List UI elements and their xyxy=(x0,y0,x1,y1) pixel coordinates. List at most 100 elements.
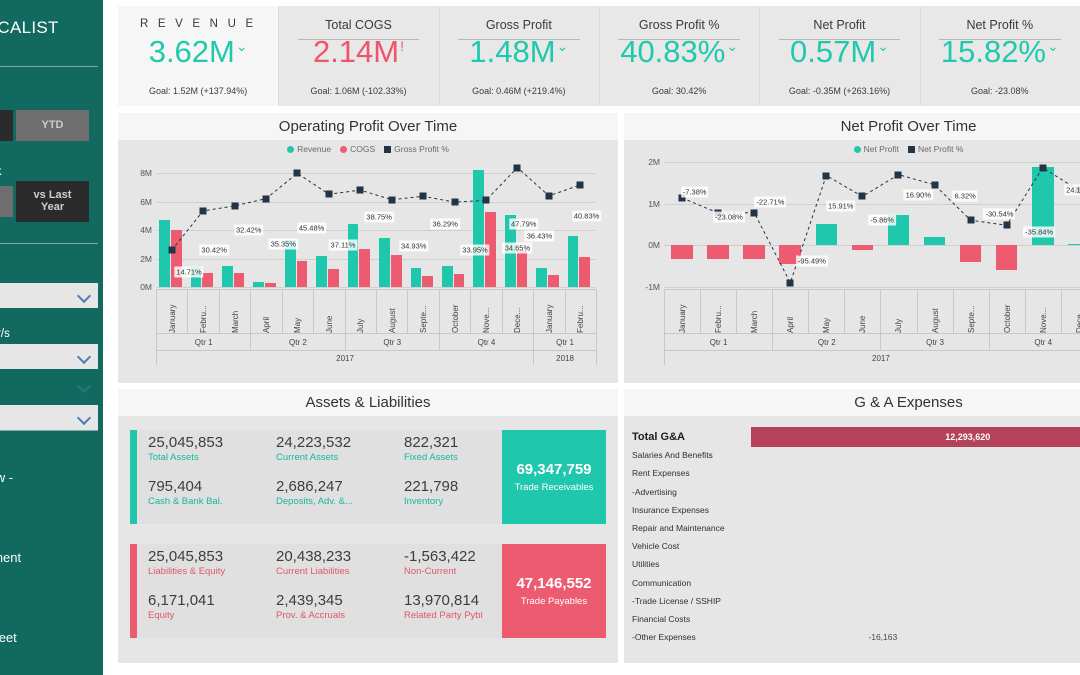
datapoint-gross-profit-pct[interactable] xyxy=(513,164,521,172)
al-metric[interactable]: 2,686,247 Deposits, Adv. &... xyxy=(276,478,401,507)
kpi-card-netprofit%[interactable]: Net Profit % 15.82%⌄ Goal: -23.08% xyxy=(919,6,1080,106)
datapoint-gross-profit-pct[interactable] xyxy=(199,207,207,215)
bar-cogs[interactable] xyxy=(170,230,182,287)
legend-item[interactable]: Revenue xyxy=(287,144,331,154)
datapoint-gross-profit-pct[interactable] xyxy=(482,196,490,204)
bar-cogs[interactable] xyxy=(296,260,308,287)
period-toggle-ytd[interactable]: YTD xyxy=(16,110,89,141)
bar-net-profit[interactable] xyxy=(995,245,1018,271)
datapoint-gross-profit-pct[interactable] xyxy=(168,246,176,254)
financial-year-filter-select[interactable] xyxy=(0,344,98,369)
bar-cogs[interactable] xyxy=(516,249,528,287)
kpi-card-grossprofit[interactable]: Gross Profit 1.48M⌄ Goal: 0.46M (+219.4%) xyxy=(438,6,599,106)
ga-expense-row[interactable]: -Trade License / SSHIP4,207 xyxy=(632,592,1080,610)
sidebar-item-overview[interactable]: Overview - xyxy=(0,470,13,485)
datapoint-gross-profit-pct[interactable] xyxy=(388,196,396,204)
bar-cogs[interactable] xyxy=(327,268,339,287)
period-toggle-mtd[interactable] xyxy=(0,110,13,141)
bar-net-profit[interactable] xyxy=(707,245,729,260)
datapoint-gross-profit-pct[interactable] xyxy=(451,198,459,206)
datapoint-net-profit-pct[interactable] xyxy=(931,181,939,189)
kpi-card-netprofit[interactable]: Net Profit 0.57M⌄ Goal: -0.35M (+263.16%) xyxy=(759,6,920,106)
bar-cogs[interactable] xyxy=(453,273,465,287)
bar-cogs[interactable] xyxy=(422,275,433,287)
ga-expense-row[interactable]: Communication4,228 xyxy=(632,574,1080,592)
bar-net-profit[interactable] xyxy=(1068,244,1080,246)
bar-revenue[interactable] xyxy=(410,267,422,287)
al-metric[interactable]: 795,404 Cash & Bank Bal. xyxy=(148,478,273,507)
al-highlight-tile[interactable]: 69,347,759 Trade Receivables xyxy=(502,430,606,524)
bar-net-profit[interactable] xyxy=(923,237,946,246)
kpi-card-totalcogs[interactable]: Total COGS 2.14M! Goal: 1.06M (-102.33%) xyxy=(278,6,439,106)
legend-item[interactable]: Gross Profit % xyxy=(384,144,449,154)
ga-expense-row[interactable]: -Other Expenses -16,163 xyxy=(632,628,1080,646)
bar-cogs[interactable] xyxy=(202,273,213,287)
al-metric[interactable]: 25,045,853 Liabilities & Equity xyxy=(148,548,273,577)
bar-cogs[interactable] xyxy=(579,256,591,287)
bar-revenue[interactable] xyxy=(473,169,485,287)
financial-year-filter-label: ncial Year/s xyxy=(0,328,10,340)
al-metric[interactable]: 25,045,853 Total Assets xyxy=(148,434,273,463)
bar-cogs[interactable] xyxy=(547,274,559,287)
datapoint-gross-profit-pct[interactable] xyxy=(231,202,239,210)
sidebar-item-balance-sheet[interactable]: ance Sheet xyxy=(0,630,17,645)
datapoint-net-profit-pct[interactable] xyxy=(1039,164,1047,172)
bar-revenue[interactable] xyxy=(316,255,327,287)
ga-expense-row[interactable]: Rent Expenses111,681 xyxy=(632,464,1080,482)
datapoint-gross-profit-pct[interactable] xyxy=(419,192,427,200)
datapoint-net-profit-pct[interactable] xyxy=(750,209,758,217)
kpi-card-grossprofit%[interactable]: Gross Profit % 40.83%⌄ Goal: 30.42% xyxy=(598,6,760,106)
bar-cogs[interactable] xyxy=(390,254,402,287)
bar-revenue[interactable] xyxy=(567,235,579,287)
al-metric[interactable]: 24,223,532 Current Assets xyxy=(276,434,401,463)
bar-net-profit[interactable] xyxy=(959,245,982,262)
sidebar-item-income-statement[interactable]: e Statement xyxy=(0,550,21,565)
bar-cogs[interactable] xyxy=(265,283,276,287)
datapoint-net-profit-pct[interactable] xyxy=(894,171,902,179)
al-highlight-tile[interactable]: 47,146,552 Trade Payables xyxy=(502,544,606,638)
datapoint-net-profit-pct[interactable] xyxy=(1003,221,1011,229)
ga-expense-row[interactable]: Financial Costs353 xyxy=(632,610,1080,628)
datapoint-net-profit-pct[interactable] xyxy=(858,192,866,200)
bar-net-profit[interactable] xyxy=(851,245,874,250)
legend-item[interactable]: COGS xyxy=(340,144,375,154)
bar-revenue[interactable] xyxy=(442,265,453,287)
bar-revenue[interactable] xyxy=(536,268,547,287)
legend-item[interactable]: Net Profit % xyxy=(908,144,963,154)
datapoint-gross-profit-pct[interactable] xyxy=(262,195,270,203)
bar-revenue[interactable] xyxy=(253,281,265,287)
bar-cogs[interactable] xyxy=(359,248,371,287)
bar-cogs[interactable] xyxy=(233,273,245,287)
bar-revenue[interactable] xyxy=(222,265,233,287)
benchmark-toggle-target[interactable]: get xyxy=(0,186,13,217)
month-filter-select[interactable] xyxy=(0,405,98,430)
bar-revenue[interactable] xyxy=(347,224,359,287)
al-metric[interactable]: 20,438,233 Current Liabilities xyxy=(276,548,401,577)
datapoint-gross-profit-pct[interactable] xyxy=(576,181,584,189)
datapoint-net-profit-pct[interactable] xyxy=(786,279,794,287)
ga-expense-row[interactable]: Utilities5,972 xyxy=(632,555,1080,573)
benchmark-toggle-vs-last-year[interactable]: vs Last Year xyxy=(16,181,89,222)
ga-expense-row[interactable]: -Advertising28,454 xyxy=(632,483,1080,501)
datapoint-gross-profit-pct[interactable] xyxy=(356,186,364,194)
ga-expense-row[interactable]: Total G&A 12,293,620 xyxy=(632,427,1080,447)
ga-expense-row[interactable]: Salaries And Benefits503,571 xyxy=(632,446,1080,464)
kpi-card-revenue[interactable]: R E V E N U E 3.62M⌄ Goal: 1.52M (+137.94%… xyxy=(118,6,279,106)
plot-area: -1M 0M 1M 2M -7.38% -23.08% -22.71% -95.49% 15.9… xyxy=(645,157,1080,292)
entity-filter-select[interactable] xyxy=(0,283,98,308)
datapoint-gross-profit-pct[interactable] xyxy=(545,192,553,200)
ga-expense-row[interactable]: Insurance Expenses24,206 xyxy=(632,501,1080,519)
al-metric[interactable]: 2,439,345 Prov. & Accruals xyxy=(276,592,401,621)
bar-revenue[interactable] xyxy=(379,237,390,287)
bar-net-profit[interactable] xyxy=(671,245,693,260)
datapoint-gross-profit-pct[interactable] xyxy=(293,169,301,177)
ga-expense-row[interactable]: Vehicle Cost11,677 xyxy=(632,537,1080,555)
datapoint-net-profit-pct[interactable] xyxy=(822,172,830,180)
ga-expense-row[interactable]: Repair and Maintenance16,898 xyxy=(632,519,1080,537)
bar-net-profit[interactable] xyxy=(815,223,838,246)
legend-item[interactable]: Net Profit xyxy=(853,144,899,154)
al-metric[interactable]: 6,171,041 Equity xyxy=(148,592,273,621)
bar-net-profit[interactable] xyxy=(743,245,765,260)
datapoint-gross-profit-pct[interactable] xyxy=(325,190,333,198)
datapoint-net-profit-pct[interactable] xyxy=(967,216,975,224)
